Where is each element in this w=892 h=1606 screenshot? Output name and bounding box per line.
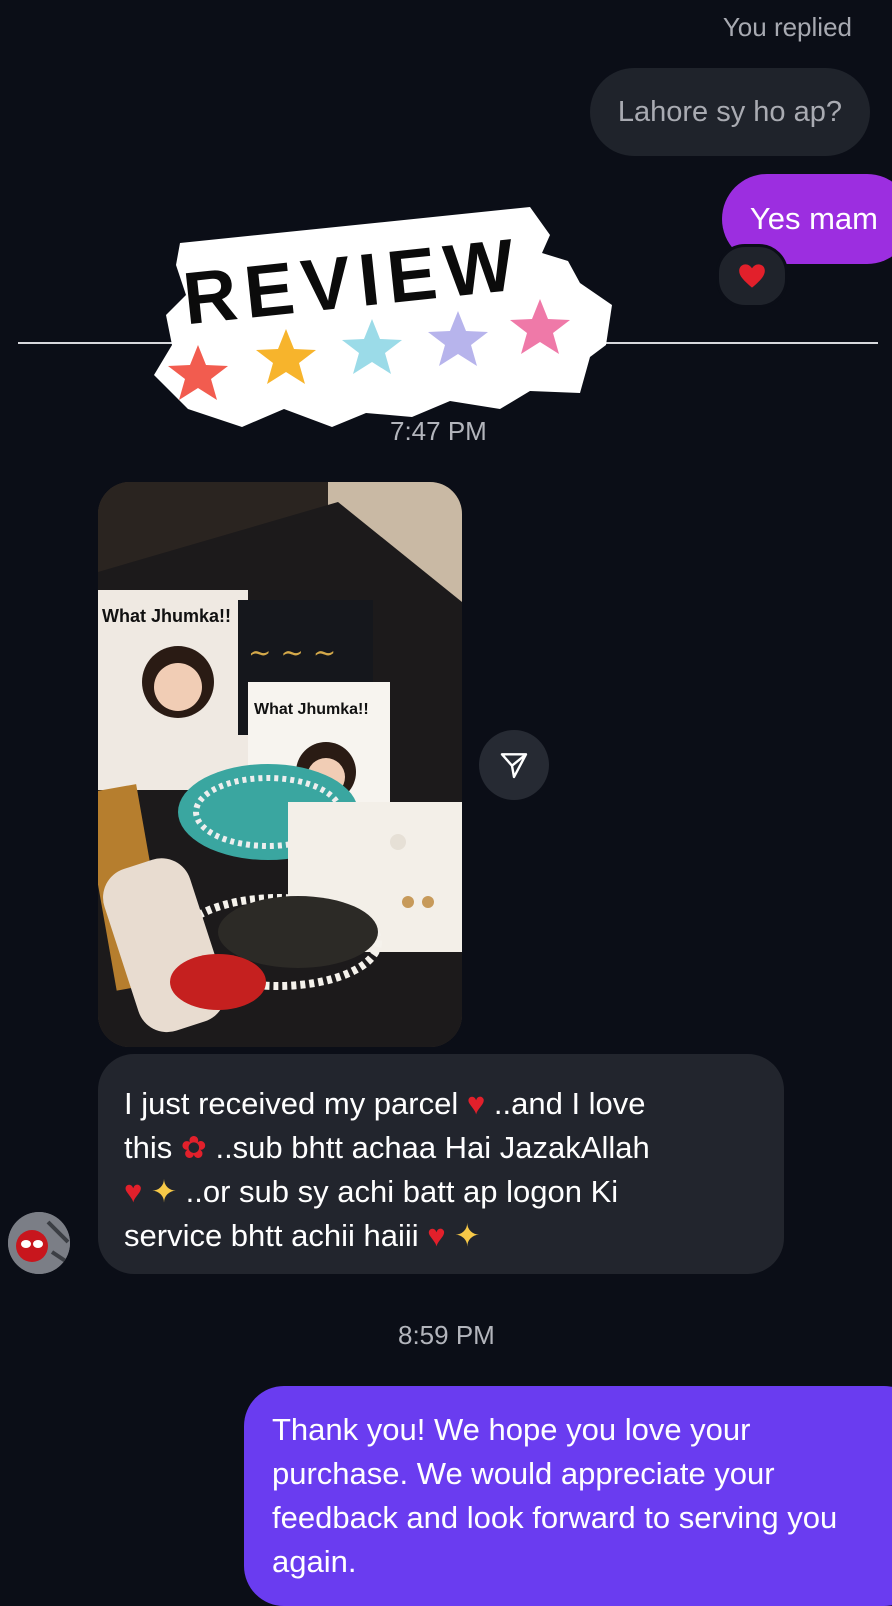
sent-message-text: Yes mam [749, 201, 878, 236]
heart-icon: ♥ [124, 1174, 143, 1209]
replied-message-bubble[interactable]: Lahore sy ho ap? [589, 68, 870, 156]
parcel-photo-illustration: What Jhumka!! ~ ~ ~ What Jhumka!! [98, 482, 462, 1047]
sparkles-icon: ✦ [454, 1218, 481, 1253]
replied-message-text: Lahore sy ho ap? [617, 95, 842, 128]
spiderman-avatar-icon [8, 1212, 70, 1274]
share-button[interactable] [479, 730, 549, 800]
avatar[interactable] [8, 1212, 70, 1274]
message-line: ♥ ✦ ..or sub sy achi batt ap logon Ki [124, 1174, 619, 1209]
message-line: I just received my parcel ♥ ..and I love [124, 1086, 646, 1121]
svg-text:~ ~ ~: ~ ~ ~ [248, 636, 336, 669]
photo-card-label: What Jhumka!! [102, 606, 231, 626]
sent-message-text: Thank you! We hope you love your purchas… [272, 1412, 838, 1579]
photo-card-label: What Jhumka!! [254, 701, 369, 718]
message-line: this ✿ ..sub bhtt achaa Hai JazakAllah [124, 1130, 650, 1165]
review-sticker: REVIEW [154, 207, 612, 427]
timestamp: 8:59 PM [398, 1320, 495, 1350]
heart-icon [739, 264, 765, 288]
sparkles-icon: ✦ [151, 1174, 178, 1209]
sent-message-bubble[interactable]: Thank you! We hope you love your purchas… [244, 1386, 892, 1606]
received-message-bubble[interactable]: I just received my parcel ♥ ..and I love… [98, 1054, 784, 1274]
heart-icon: ♥ [466, 1086, 486, 1121]
shared-photo[interactable]: What Jhumka!! ~ ~ ~ What Jhumka!! [98, 482, 462, 1047]
message-line: service bhtt achii haiii ♥ ✦ [124, 1218, 481, 1253]
send-icon [500, 753, 528, 779]
divider-right [600, 342, 878, 344]
rose-icon: ✿ [180, 1130, 207, 1165]
reaction-badge[interactable] [716, 244, 788, 308]
heart-icon: ♥ [427, 1218, 446, 1253]
you-replied-label: You replied [722, 12, 852, 42]
